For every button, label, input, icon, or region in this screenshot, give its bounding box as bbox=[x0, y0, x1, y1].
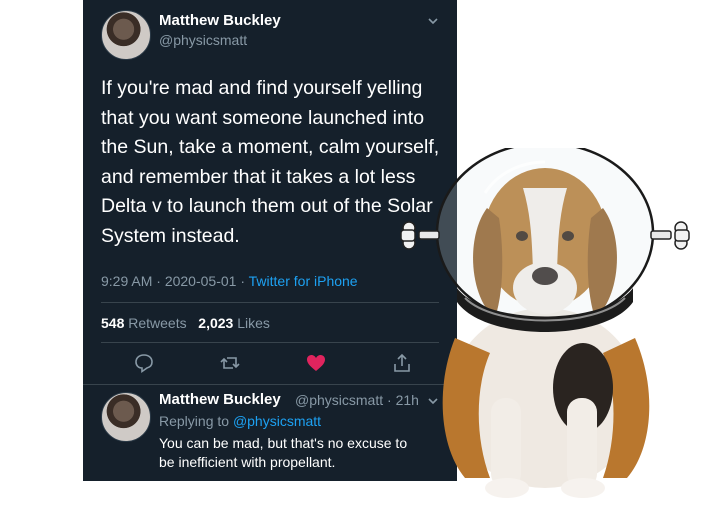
tweet-meta: 9:29 AM · 2020-05-01 · Twitter for iPhon… bbox=[101, 273, 358, 289]
author-name[interactable]: Matthew Buckley bbox=[159, 12, 281, 29]
helmet-bolt-right bbox=[650, 221, 690, 250]
meta-separator: · bbox=[156, 273, 161, 289]
heart-icon[interactable] bbox=[305, 352, 327, 374]
replying-to: Replying to @physicsmatt bbox=[159, 413, 321, 429]
beagle-astronaut-image bbox=[400, 148, 690, 498]
retweet-icon[interactable] bbox=[219, 352, 241, 374]
tweet-stats: 548 Retweets 2,023 Likes bbox=[101, 315, 270, 331]
retweets-count[interactable]: 548 bbox=[101, 315, 124, 331]
reply-separator: · bbox=[387, 392, 392, 408]
reply-author-name[interactable]: Matthew Buckley bbox=[159, 391, 281, 408]
tweet-date[interactable]: 2020-05-01 bbox=[165, 273, 237, 289]
avatar[interactable] bbox=[101, 10, 151, 60]
action-bar bbox=[133, 352, 423, 374]
reply-avatar[interactable] bbox=[101, 392, 151, 442]
meta-separator: · bbox=[240, 273, 246, 289]
helmet-bolt-left bbox=[400, 221, 440, 250]
likes-count[interactable]: 2,023 bbox=[198, 315, 233, 331]
reply-icon[interactable] bbox=[133, 352, 155, 374]
retweets-label[interactable]: Retweets bbox=[128, 315, 186, 331]
tweet-time[interactable]: 9:29 AM bbox=[101, 273, 152, 289]
reply-author-handle[interactable]: @physicsmatt bbox=[295, 392, 383, 408]
divider bbox=[101, 302, 439, 303]
likes-label[interactable]: Likes bbox=[237, 315, 270, 331]
replying-prefix: Replying to bbox=[159, 413, 230, 429]
author-handle[interactable]: @physicsmatt bbox=[159, 32, 247, 48]
chevron-down-icon[interactable] bbox=[426, 14, 440, 28]
tweet-source-link[interactable]: Twitter for iPhone bbox=[249, 273, 358, 289]
divider bbox=[101, 342, 439, 343]
replying-to-link[interactable]: @physicsmatt bbox=[233, 413, 321, 429]
